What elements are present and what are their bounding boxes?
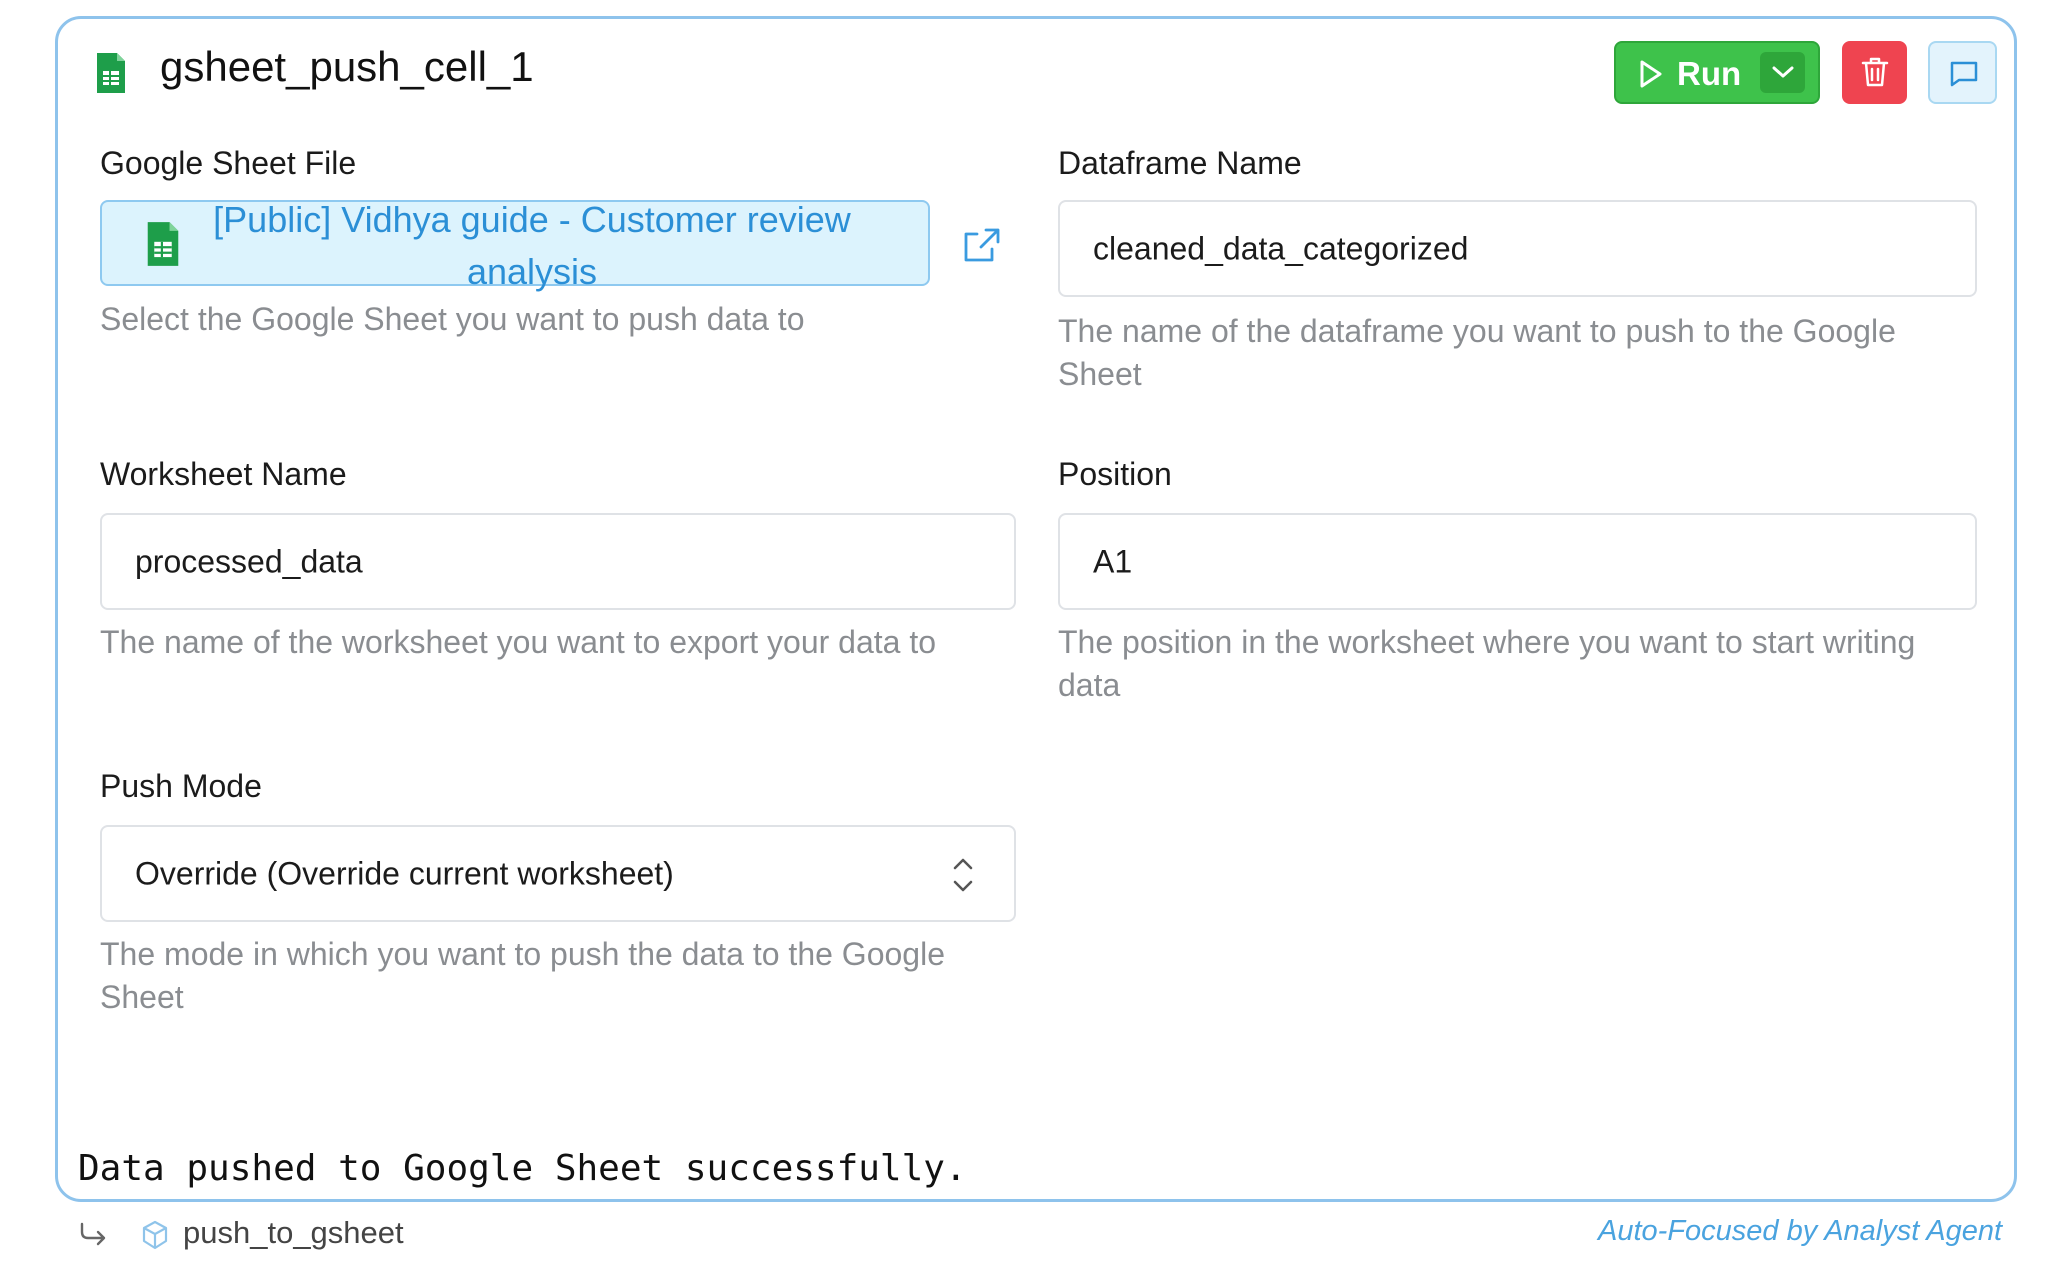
google-sheets-icon (95, 51, 127, 100)
dataframe-name-value: cleaned_data_categorized (1093, 230, 1469, 266)
play-icon (1638, 59, 1664, 97)
run-button[interactable]: Run (1614, 41, 1820, 104)
google-sheets-icon (145, 220, 181, 273)
worksheet-name-label: Worksheet Name (100, 456, 347, 492)
google-sheet-file-help: Select the Google Sheet you want to push… (100, 301, 805, 337)
comment-button[interactable] (1928, 41, 1997, 104)
google-sheet-file-picker[interactable]: [Public] Vidhya guide - Customer review … (100, 199, 930, 292)
worksheet-name-input[interactable]: processed_data (100, 513, 1016, 610)
return-arrow-icon (78, 1221, 108, 1252)
dataframe-name-help: The name of the dataframe you want to pu… (1058, 313, 1896, 392)
push-mode-label: Push Mode (100, 768, 262, 804)
delete-button[interactable] (1842, 41, 1907, 104)
run-options-dropdown[interactable] (1760, 52, 1805, 93)
comment-icon (1950, 61, 1978, 87)
google-sheet-file-label: Google Sheet File (100, 145, 357, 181)
function-name: push_to_gsheet (183, 1215, 404, 1250)
worksheet-name-help: The name of the worksheet you want to ex… (100, 624, 937, 660)
push-mode-select[interactable]: Override (Override current worksheet) (100, 825, 1016, 922)
dataframe-name-label: Dataframe Name (1058, 145, 1302, 181)
chevron-up-down-icon (950, 855, 976, 903)
position-help: The position in the worksheet where you … (1058, 624, 1916, 703)
chevron-down-icon (1772, 66, 1794, 78)
position-input[interactable]: A1 (1058, 513, 1977, 610)
cell-title: gsheet_push_cell_1 (160, 43, 534, 90)
google-sheet-file-name: [Public] Vidhya guide - Customer review … (213, 199, 851, 292)
dataframe-name-input[interactable]: cleaned_data_categorized (1058, 200, 1977, 297)
position-value: A1 (1093, 543, 1133, 579)
run-label: Run (1677, 55, 1742, 92)
cell-output-message: Data pushed to Google Sheet successfully… (78, 1148, 967, 1189)
position-label: Position (1058, 456, 1172, 492)
cube-icon (141, 1220, 169, 1255)
worksheet-name-value: processed_data (135, 543, 363, 579)
agent-focus-note: Auto-Focused by Analyst Agent (1598, 1215, 2003, 1247)
push-mode-value: Override (Override current worksheet) (135, 855, 674, 891)
external-link-icon[interactable] (962, 226, 1002, 269)
trash-icon (1861, 57, 1889, 87)
push-mode-help: The mode in which you want to push the d… (100, 936, 945, 1015)
